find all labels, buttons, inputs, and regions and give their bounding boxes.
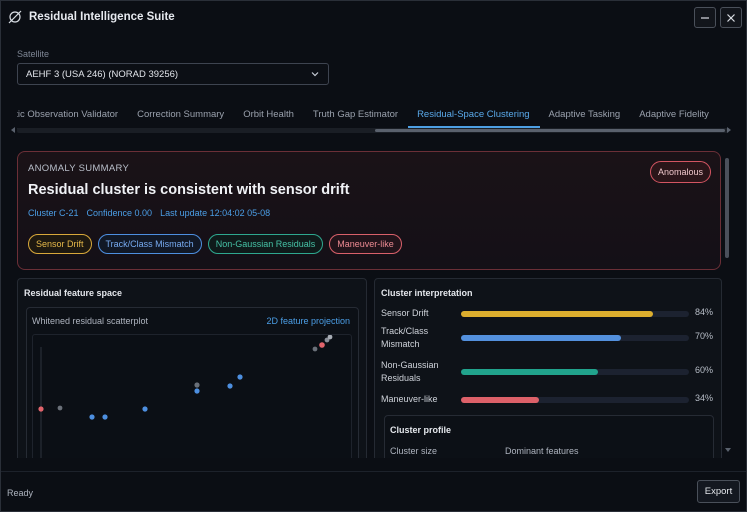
anomaly-chip-list: Sensor Drift Track/Class Mismatch Non-Ga…	[28, 234, 402, 254]
interpretation-percent: 70%	[694, 331, 713, 341]
dominant-features-label: Dominant features	[505, 446, 579, 456]
interpretation-bar-fill	[461, 311, 653, 317]
chevron-down-icon	[310, 69, 320, 82]
scatter-point[interactable]	[89, 414, 95, 420]
minimize-button[interactable]	[694, 7, 716, 28]
anomaly-summary-card: ANOMALY SUMMARY Residual cluster is cons…	[17, 151, 721, 270]
content-scrollbar-thumb[interactable]	[725, 158, 729, 258]
scatter-point[interactable]	[312, 346, 318, 352]
scatter-point[interactable]	[227, 383, 233, 389]
cluster-size-label: Cluster size	[390, 446, 438, 456]
cluster-profile-card: Cluster profile Cluster size Dominant fe…	[384, 415, 714, 458]
interpretation-percent: 34%	[694, 393, 713, 403]
interpretation-bar-fill	[461, 397, 539, 403]
tab-residual-space-clustering[interactable]: Residual-Space Clustering	[408, 101, 540, 128]
interpretation-percent: 60%	[694, 365, 713, 375]
interpretation-bar-fill	[461, 369, 598, 375]
satellite-select[interactable]: AEHF 3 (USA 246) (NORAD 39256)	[17, 63, 329, 85]
scatter-point[interactable]	[194, 388, 200, 394]
interpretation-label: Non-Gaussian Residuals	[381, 360, 439, 383]
interpretation-bar-track	[461, 311, 689, 317]
interpretation-bar-track	[461, 397, 689, 403]
cluster-interpretation-panel: Cluster interpretation Sensor Drift 84% …	[374, 278, 722, 458]
anomaly-headline: Residual cluster is consistent with sens…	[28, 182, 350, 198]
anomaly-summary-heading: ANOMALY SUMMARY	[28, 163, 130, 174]
chip-sensor-drift[interactable]: Sensor Drift	[28, 234, 92, 254]
close-icon	[726, 13, 736, 23]
close-button[interactable]	[720, 7, 742, 28]
scatter-point[interactable]	[319, 342, 325, 348]
chip-non-gaussian-residuals[interactable]: Non-Gaussian Residuals	[207, 234, 324, 254]
interpretation-row-track-class-mismatch: Track/Class Mismatch 70%	[381, 325, 713, 353]
residual-feature-space-panel: Residual feature space Whitened residual…	[17, 278, 367, 458]
export-button[interactable]: Export	[697, 480, 740, 503]
tab-correction-summary[interactable]: Correction Summary	[128, 101, 234, 128]
interpretation-bar-track	[461, 369, 689, 375]
satellite-label: Satellite	[17, 49, 50, 59]
content-scrollbar[interactable]	[724, 154, 731, 456]
scatterplot-card: Whitened residual scatterplot 2D feature…	[26, 307, 359, 458]
interpretation-row-non-gaussian-residuals: Non-Gaussian Residuals 60%	[381, 359, 713, 387]
scatterplot[interactable]	[32, 334, 352, 458]
cluster-profile-title: Cluster profile	[390, 425, 452, 435]
scatter-point[interactable]	[38, 406, 44, 412]
confidence: Confidence 0.00	[86, 208, 153, 218]
cluster-id: Cluster C-21	[28, 208, 79, 218]
interpretation-bar-track	[461, 335, 689, 341]
tab-adaptive-tasking[interactable]: Adaptive Tasking	[540, 101, 631, 128]
scatter-point[interactable]	[142, 406, 148, 412]
status-badge: Anomalous	[650, 161, 711, 183]
title-bar: Residual Intelligence Suite	[1, 1, 746, 34]
interpretation-percent: 84%	[694, 307, 713, 317]
tab-adaptive-fidelity[interactable]: Adaptive Fidelity	[630, 101, 719, 128]
scatterplot-subtitle: Whitened residual scatterplot	[32, 316, 149, 326]
tab-scrollbar-thumb[interactable]	[375, 129, 725, 132]
feature-space-title: Residual feature space	[24, 288, 123, 298]
chip-track-class-mismatch[interactable]: Track/Class Mismatch	[97, 234, 202, 254]
interpretation-bar-fill	[461, 335, 621, 341]
tab-orbit-health[interactable]: Orbit Health	[234, 101, 304, 128]
content-area: ANOMALY SUMMARY Residual cluster is cons…	[11, 146, 733, 458]
chip-maneuver-like[interactable]: Maneuver-like	[329, 234, 402, 254]
minimize-icon	[700, 13, 710, 23]
window-title: Residual Intelligence Suite	[29, 11, 175, 23]
interpretation-label: Track/Class Mismatch	[381, 326, 429, 349]
status-text: Ready	[7, 488, 34, 498]
content-scroll-down-arrow[interactable]	[725, 448, 731, 452]
interpretation-label: Sensor Drift	[381, 308, 429, 318]
satellite-select-value: AEHF 3 (USA 246) (NORAD 39256)	[26, 68, 179, 80]
scatter-point[interactable]	[194, 382, 200, 388]
scatter-point[interactable]	[57, 405, 63, 411]
tab-scroll-right-arrow[interactable]	[727, 127, 731, 133]
tab-truth-gap-estimator[interactable]: Truth Gap Estimator	[304, 101, 408, 128]
scatter-point[interactable]	[237, 374, 243, 380]
scatter-point[interactable]	[102, 414, 108, 420]
tab-scrollbar[interactable]	[17, 128, 729, 133]
tab-observation-validator[interactable]: etic Observation Validator	[17, 101, 128, 128]
app-window: Residual Intelligence Suite Satellite AE…	[0, 0, 747, 512]
satellite-orbit-icon	[8, 10, 22, 24]
projection-link[interactable]: 2D feature projection	[266, 316, 350, 326]
anomaly-meta: Cluster C-21 Confidence 0.00 Last update…	[28, 208, 270, 218]
scatterplot-svg	[38, 334, 333, 458]
status-bar: Ready Export	[1, 471, 746, 511]
interpretation-title: Cluster interpretation	[381, 288, 473, 298]
last-update: Last update 12:04:02 05-08	[160, 208, 271, 218]
tab-bar: etic Observation Validator Correction Su…	[17, 101, 729, 129]
interpretation-label: Maneuver-like	[381, 394, 438, 404]
tab-scroll-left-arrow[interactable]	[11, 127, 15, 133]
